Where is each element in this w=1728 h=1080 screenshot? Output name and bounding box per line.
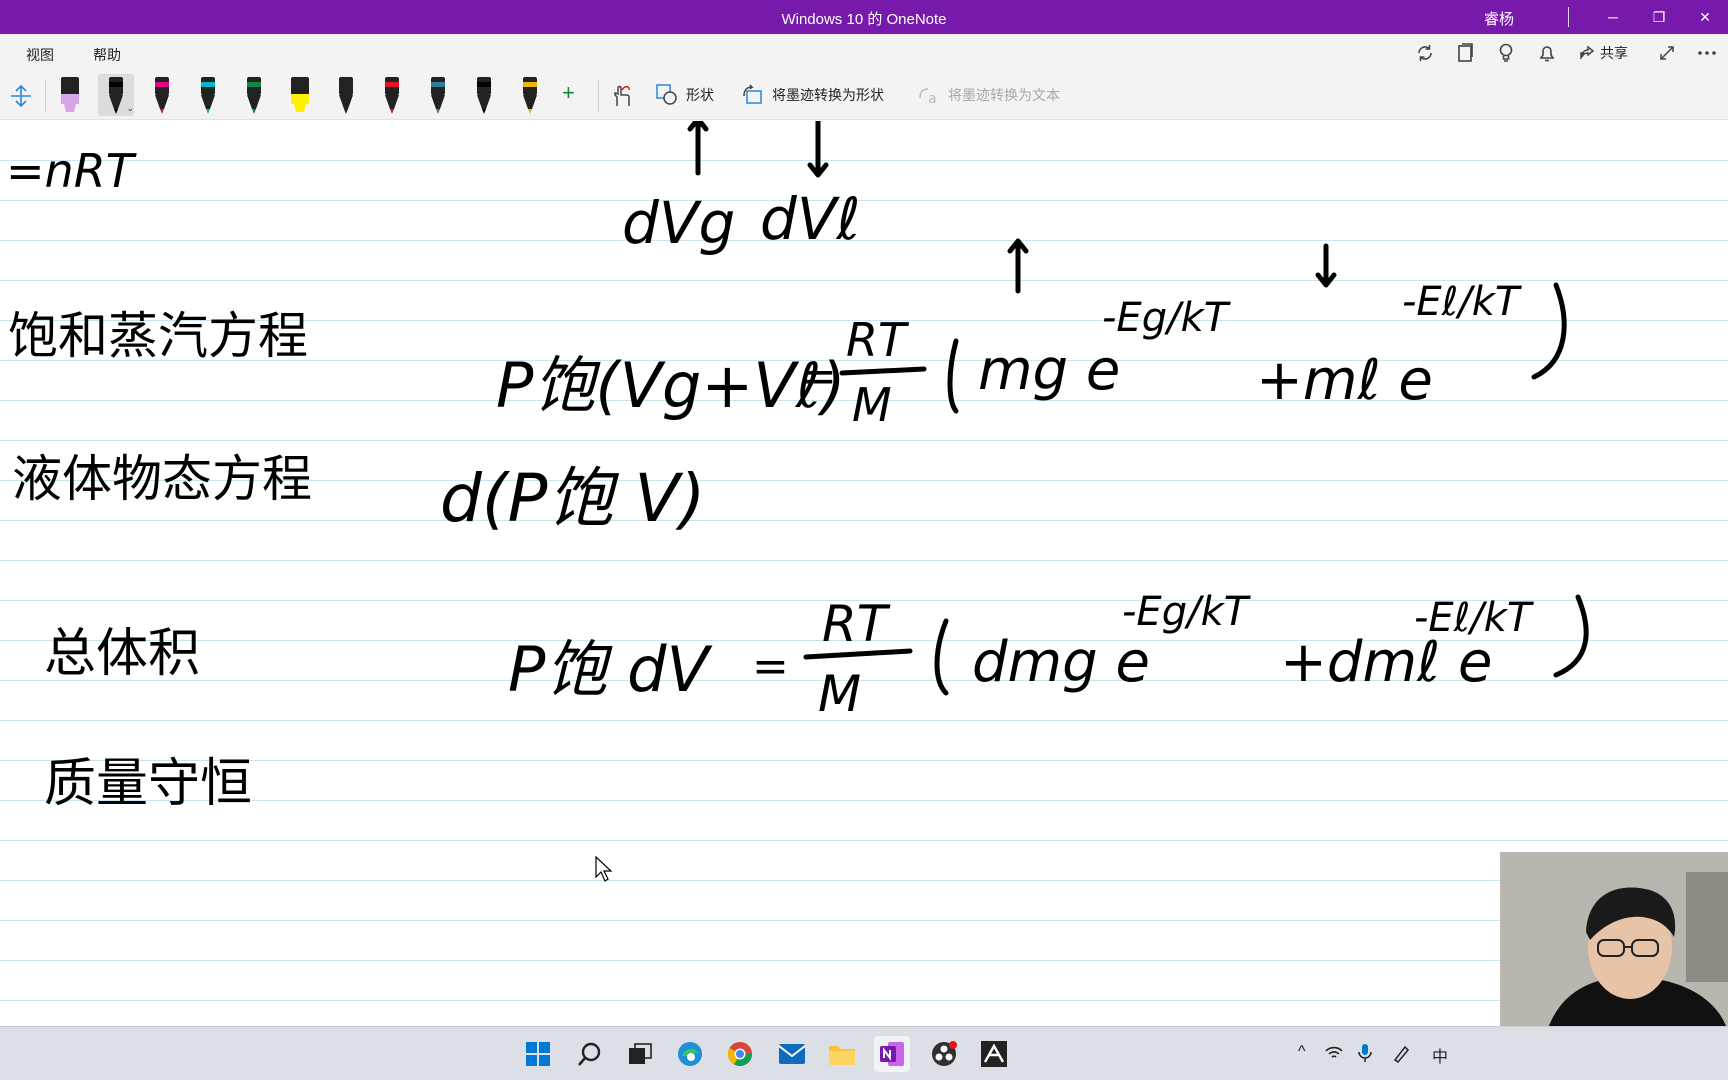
ink-rt-1: RT xyxy=(846,313,910,367)
ink-dvg: dVg xyxy=(622,189,735,257)
obs-icon[interactable] xyxy=(926,1036,962,1072)
pen-highlighter-lavender[interactable] xyxy=(52,74,88,116)
pen-tray-icon[interactable] xyxy=(1392,1043,1412,1068)
user-name[interactable]: 睿杨 xyxy=(1484,8,1514,29)
ink-equals-2: = xyxy=(752,641,789,692)
more-icon[interactable] xyxy=(1694,42,1720,64)
touch-draw-icon[interactable] xyxy=(610,84,632,108)
up-arrow-ink xyxy=(1007,238,1029,294)
ink-m-2: M xyxy=(818,665,861,723)
app-icon[interactable] xyxy=(976,1036,1012,1072)
toolbar-separator xyxy=(598,80,599,112)
ink-mg-e: mg e xyxy=(978,338,1120,403)
shapes-label: 形状 xyxy=(686,87,714,103)
ink-equals-1: = xyxy=(800,351,837,402)
pen-pen-cyan[interactable] xyxy=(190,74,226,116)
restore-button[interactable]: ❐ xyxy=(1636,0,1682,34)
ink-rt-2: RT xyxy=(822,595,891,653)
share-icon xyxy=(1580,45,1595,59)
fullscreen-icon[interactable] xyxy=(1654,42,1680,64)
ink-m-1: M xyxy=(852,378,892,432)
onenote-taskbar-icon[interactable] xyxy=(874,1036,910,1072)
ink-total-volume: 总体积 xyxy=(44,624,200,684)
down-arrow-ink xyxy=(807,121,829,178)
ink-differential: d(P饱 V) xyxy=(440,460,705,537)
share-label: 共享 xyxy=(1600,45,1628,61)
pen-highlighter-yellow[interactable] xyxy=(282,74,318,116)
paren-open-ink xyxy=(934,618,949,696)
title-bar: Windows 10 的 OneNote 睿杨 ─ ❐ ✕ xyxy=(0,0,1728,34)
paren-open-ink xyxy=(947,338,959,414)
note-canvas[interactable]: =nRT dVg dVℓ 饱和蒸汽方程 P饱(Vg+Vℓ) = RT M mg … xyxy=(0,121,1728,1026)
svg-text:a: a xyxy=(928,91,937,106)
menu-view[interactable]: 视图 xyxy=(26,45,54,65)
cursor-icon xyxy=(595,855,613,882)
ink-sat-eq-lhs: P饱(Vg+Vℓ) xyxy=(496,349,846,422)
pen-pen-black-2[interactable] xyxy=(466,74,502,116)
page-icon[interactable] xyxy=(1452,42,1478,64)
mail-icon[interactable] xyxy=(774,1036,810,1072)
ink-exp-g-2: -Eg/kT xyxy=(1122,589,1252,635)
microphone-icon[interactable] xyxy=(1358,1043,1372,1068)
pen-pen-magenta[interactable] xyxy=(144,74,180,116)
edge-icon[interactable] xyxy=(672,1036,708,1072)
ink-to-text-icon: a xyxy=(919,88,937,106)
tray-chevron-icon[interactable]: ^ xyxy=(1298,1043,1306,1061)
title-separator xyxy=(1568,7,1569,27)
add-space-icon[interactable] xyxy=(10,84,32,108)
paren-close-ink xyxy=(1531,282,1567,380)
ink-to-shape-button[interactable]: 将墨迹转换为形状 xyxy=(742,84,884,106)
ink-mass-conservation: 质量守恒 xyxy=(44,754,252,814)
ink-gas-law: =nRT xyxy=(6,144,138,198)
paren-close-ink xyxy=(1553,594,1589,678)
toolbar-separator xyxy=(45,80,46,112)
network-icon[interactable] xyxy=(1324,1043,1344,1066)
shapes-button[interactable]: 形状 xyxy=(656,84,714,106)
taskbar: ^ 中 xyxy=(0,1026,1728,1080)
shapes-icon xyxy=(656,84,677,105)
ink-to-shape-icon xyxy=(743,84,762,104)
up-arrow-ink xyxy=(687,121,709,176)
ink-dvl: dVℓ xyxy=(760,185,860,253)
draw-toolbar: ⌄ + 形状 将墨迹转换为形状 a 将墨迹转换为文本 xyxy=(0,72,1728,120)
chrome-icon[interactable] xyxy=(722,1036,758,1072)
start-icon[interactable] xyxy=(520,1036,556,1072)
input-language[interactable]: 中 xyxy=(1432,1043,1448,1067)
pen-pen-galaxy[interactable] xyxy=(328,74,364,116)
lightbulb-icon[interactable] xyxy=(1493,42,1519,64)
ink-ml-e: +mℓ e xyxy=(1256,348,1433,413)
ink-exp-l: -Eℓ/kT xyxy=(1402,279,1523,325)
menu-bar: 视图 帮助 共享 xyxy=(0,34,1728,72)
ink-to-shape-label: 将墨迹转换为形状 xyxy=(772,87,884,103)
ink-exp-g: -Eg/kT xyxy=(1102,295,1232,341)
add-pen-button[interactable]: + xyxy=(562,80,575,106)
ink-saturated-vapor-equation: 饱和蒸汽方程 xyxy=(8,307,308,365)
bell-icon[interactable] xyxy=(1534,42,1560,64)
ink-exp-l-2: -Eℓ/kT xyxy=(1414,595,1535,641)
ink-liquid-state-equation: 液体物态方程 xyxy=(12,450,312,508)
pen-pen-black-selected[interactable]: ⌄ xyxy=(98,74,134,116)
pen-pen-green[interactable] xyxy=(236,74,272,116)
ink-to-text-label: 将墨迹转换为文本 xyxy=(948,87,1060,103)
ink-dmg-e: dmg e xyxy=(972,630,1150,695)
pen-pen-gold[interactable] xyxy=(512,74,548,116)
pen-pen-ocean[interactable] xyxy=(420,74,456,116)
fraction-bar-ink xyxy=(839,366,927,376)
close-button[interactable]: ✕ xyxy=(1682,0,1728,34)
pen-pen-rainbow[interactable] xyxy=(374,74,410,116)
chevron-down-icon[interactable]: ⌄ xyxy=(126,103,134,114)
ink-lhs-2: P饱 dV xyxy=(508,633,713,706)
ink-to-text-button[interactable]: a 将墨迹转换为文本 xyxy=(918,84,1060,106)
share-button[interactable]: 共享 xyxy=(1578,43,1628,63)
ink-layer: =nRT dVg dVℓ 饱和蒸汽方程 P饱(Vg+Vℓ) = RT M mg … xyxy=(6,121,1589,882)
sync-icon[interactable] xyxy=(1412,42,1438,64)
file-explorer-icon[interactable] xyxy=(824,1036,860,1072)
search-icon[interactable] xyxy=(572,1036,608,1072)
menu-help[interactable]: 帮助 xyxy=(93,45,121,65)
minimize-button[interactable]: ─ xyxy=(1590,0,1636,34)
task-view-icon[interactable] xyxy=(622,1036,658,1072)
window-title: Windows 10 的 OneNote xyxy=(781,11,947,28)
down-arrow-ink xyxy=(1315,243,1337,288)
